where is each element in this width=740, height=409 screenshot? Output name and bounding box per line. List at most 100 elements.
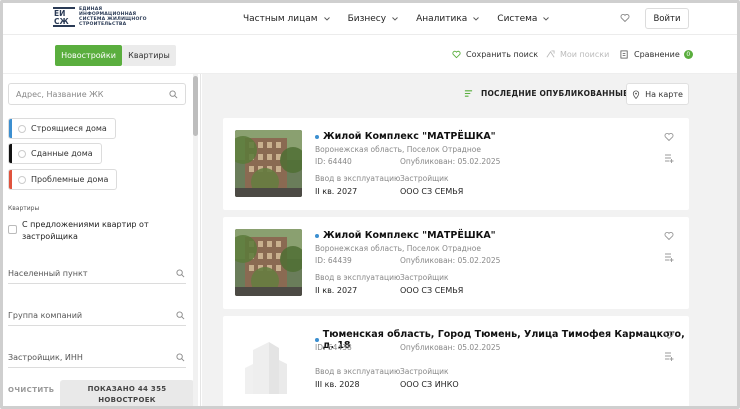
nav-private[interactable]: Частным лицам xyxy=(243,14,330,24)
save-search-button[interactable]: Сохранить поиск xyxy=(452,50,538,59)
address-search-input[interactable]: Адрес, Название ЖК xyxy=(8,83,186,105)
field-label: Застройщик, ИНН xyxy=(8,353,83,362)
listing-published: Опубликован: 05.02.2025 xyxy=(400,157,501,166)
listing-card[interactable]: Жилой Комплекс "МАТРЁШКА" Воронежская об… xyxy=(223,217,689,309)
logo-text: ЕДИНАЯ ИНФОРМАЦИОННАЯ СИСТЕМА ЖИЛИЩНОГО … xyxy=(79,7,147,27)
chip-completed[interactable]: Сданные дома xyxy=(8,143,102,164)
listing-title[interactable]: Жилой Комплекс "МАТРЁШКА" xyxy=(315,131,496,142)
nav-system[interactable]: Система xyxy=(497,14,550,24)
favorite-heart-icon[interactable] xyxy=(664,231,674,241)
listing-id: ID: 64440 xyxy=(315,157,352,166)
show-results-line1: ПОКАЗАНО 44 355 xyxy=(87,384,167,393)
status-dot xyxy=(315,134,319,139)
search-icon xyxy=(176,311,185,320)
commission-label: Ввод в эксплуатацию xyxy=(315,174,401,183)
status-color-bar xyxy=(9,119,12,138)
chip-under-construction[interactable]: Строящиеся дома xyxy=(8,118,116,139)
sort-icon xyxy=(464,90,473,97)
map-button[interactable]: На карте xyxy=(626,83,689,105)
chip-label: Строящиеся дома xyxy=(31,124,107,133)
compare-count-badge: 0 xyxy=(683,50,693,59)
listing-card[interactable]: Жилой Комплекс "МАТРЁШКА" Воронежская об… xyxy=(223,118,689,210)
login-button[interactable]: Войти xyxy=(645,8,689,29)
field-label: Населенный пункт xyxy=(8,269,88,278)
chevron-down-icon xyxy=(392,17,398,21)
filter-sidebar: Адрес, Название ЖК Строящиеся дома Сданн… xyxy=(3,74,201,406)
chevron-down-icon xyxy=(473,17,480,21)
search-icon xyxy=(176,269,185,278)
listing-id: ID: 64438 xyxy=(315,343,352,352)
sort-label: ПОСЛЕДНИЕ ОПУБЛИКОВАННЫЕ xyxy=(481,89,629,98)
commission-value: II кв. 2027 xyxy=(315,187,358,196)
chip-label: Проблемные дома xyxy=(31,175,109,184)
compare-icon xyxy=(620,50,628,59)
favorite-heart-icon[interactable] xyxy=(664,132,674,142)
add-to-compare-icon[interactable] xyxy=(664,351,674,361)
developer-offers-checkbox[interactable]: С предложениями квартир от застройщика xyxy=(8,219,152,243)
listing-published: Опубликован: 05.02.2025 xyxy=(400,256,501,265)
checkbox-label: С предложениями квартир от застройщика xyxy=(22,220,149,241)
developer-value[interactable]: ООО СЗ СЕМЬЯ xyxy=(400,286,463,295)
logo[interactable]: ЕИ СЖ ЕДИНАЯ ИНФОРМАЦИОННАЯ СИСТЕМА ЖИЛИ… xyxy=(53,7,159,27)
search-placeholder: Адрес, Название ЖК xyxy=(16,89,104,99)
listing-photo[interactable] xyxy=(235,229,302,296)
svg-text:СЖ: СЖ xyxy=(54,17,70,26)
add-to-compare-icon[interactable] xyxy=(664,153,674,163)
sort-dropdown[interactable]: ПОСЛЕДНИЕ ОПУБЛИКОВАННЫЕ xyxy=(464,89,642,98)
company-group-field[interactable]: Группа компаний xyxy=(8,306,186,326)
chip-problem[interactable]: Проблемные дома xyxy=(8,169,118,190)
search-history-icon xyxy=(546,50,555,58)
browser-frame: ЕИ СЖ ЕДИНАЯ ИНФОРМАЦИОННАЯ СИСТЕМА ЖИЛИ… xyxy=(0,0,740,409)
chevron-down-icon xyxy=(323,17,330,21)
listing-title[interactable]: Жилой Комплекс "МАТРЁШКА" xyxy=(315,230,496,241)
listing-photo[interactable] xyxy=(235,130,302,197)
listing-title-text: Тюменская область, Город Тюмень, Улица Т… xyxy=(322,329,685,351)
logo-mark-icon: ЕИ СЖ xyxy=(53,7,75,27)
status-color-bar xyxy=(9,144,12,163)
listing-card[interactable]: Тюменская область, Город Тюмень, Улица Т… xyxy=(223,316,689,406)
favorite-heart-icon[interactable] xyxy=(664,330,674,340)
commission-value: II кв. 2027 xyxy=(315,286,358,295)
nav-analytics[interactable]: Аналитика xyxy=(416,14,480,24)
save-search-label: Сохранить поиск xyxy=(466,50,539,59)
heart-icon xyxy=(452,50,461,59)
listing-title[interactable]: Тюменская область, Город Тюмень, Улица Т… xyxy=(315,329,689,351)
listing-published: Опубликован: 05.02.2025 xyxy=(400,343,501,352)
radio-icon xyxy=(18,149,26,158)
developer-label: Застройщик xyxy=(400,174,449,183)
my-searches-button[interactable]: Мои поиски xyxy=(546,50,609,59)
top-header: ЕИ СЖ ЕДИНАЯ ИНФОРМАЦИОННАЯ СИСТЕМА ЖИЛИ… xyxy=(3,3,737,35)
nav-label: Частным лицам xyxy=(243,14,318,24)
show-results-button[interactable]: ПОКАЗАНО 44 355 НОВОСТРОЕК xyxy=(60,380,194,406)
developer-inn-field[interactable]: Застройщик, ИНН xyxy=(8,348,186,368)
map-label: На карте xyxy=(645,89,683,99)
listing-title-text: Жилой Комплекс "МАТРЁШКА" xyxy=(323,230,496,241)
add-to-compare-icon[interactable] xyxy=(664,252,674,262)
developer-value[interactable]: ООО СЗ СЕМЬЯ xyxy=(400,187,463,196)
listing-placeholder-image[interactable] xyxy=(235,328,302,395)
chip-label: Сданные дома xyxy=(31,149,93,158)
radio-icon xyxy=(18,175,26,184)
search-icon[interactable] xyxy=(169,90,178,99)
nav-label: Система xyxy=(497,14,538,24)
status-color-bar xyxy=(9,170,12,189)
developer-value[interactable]: ООО СЗ ИНКО xyxy=(400,380,459,389)
locality-field[interactable]: Населенный пункт xyxy=(8,264,186,284)
favorites-heart-icon[interactable] xyxy=(620,13,630,23)
sidebar-scroll-thumb[interactable] xyxy=(193,76,198,136)
search-icon xyxy=(176,353,185,362)
commission-label: Ввод в эксплуатацию xyxy=(315,367,401,376)
tab-flats[interactable]: Квартиры xyxy=(122,45,176,66)
compare-button[interactable]: Сравнение 0 xyxy=(620,50,693,59)
map-pin-icon xyxy=(632,90,640,99)
checkbox-icon[interactable] xyxy=(8,225,17,234)
commission-value: III кв. 2028 xyxy=(315,380,360,389)
section-label-flats: Квартиры xyxy=(8,205,40,212)
developer-label: Застройщик xyxy=(400,273,449,282)
commission-label: Ввод в эксплуатацию xyxy=(315,273,401,282)
listing-address: Воронежская область, Поселок Отрадное xyxy=(315,145,481,154)
clear-filters-button[interactable]: ОЧИСТИТЬ xyxy=(8,386,55,394)
show-results-line2: НОВОСТРОЕК xyxy=(98,395,156,404)
tab-new-buildings[interactable]: Новостройки xyxy=(55,45,122,66)
nav-business[interactable]: Бизнесу xyxy=(348,14,399,24)
